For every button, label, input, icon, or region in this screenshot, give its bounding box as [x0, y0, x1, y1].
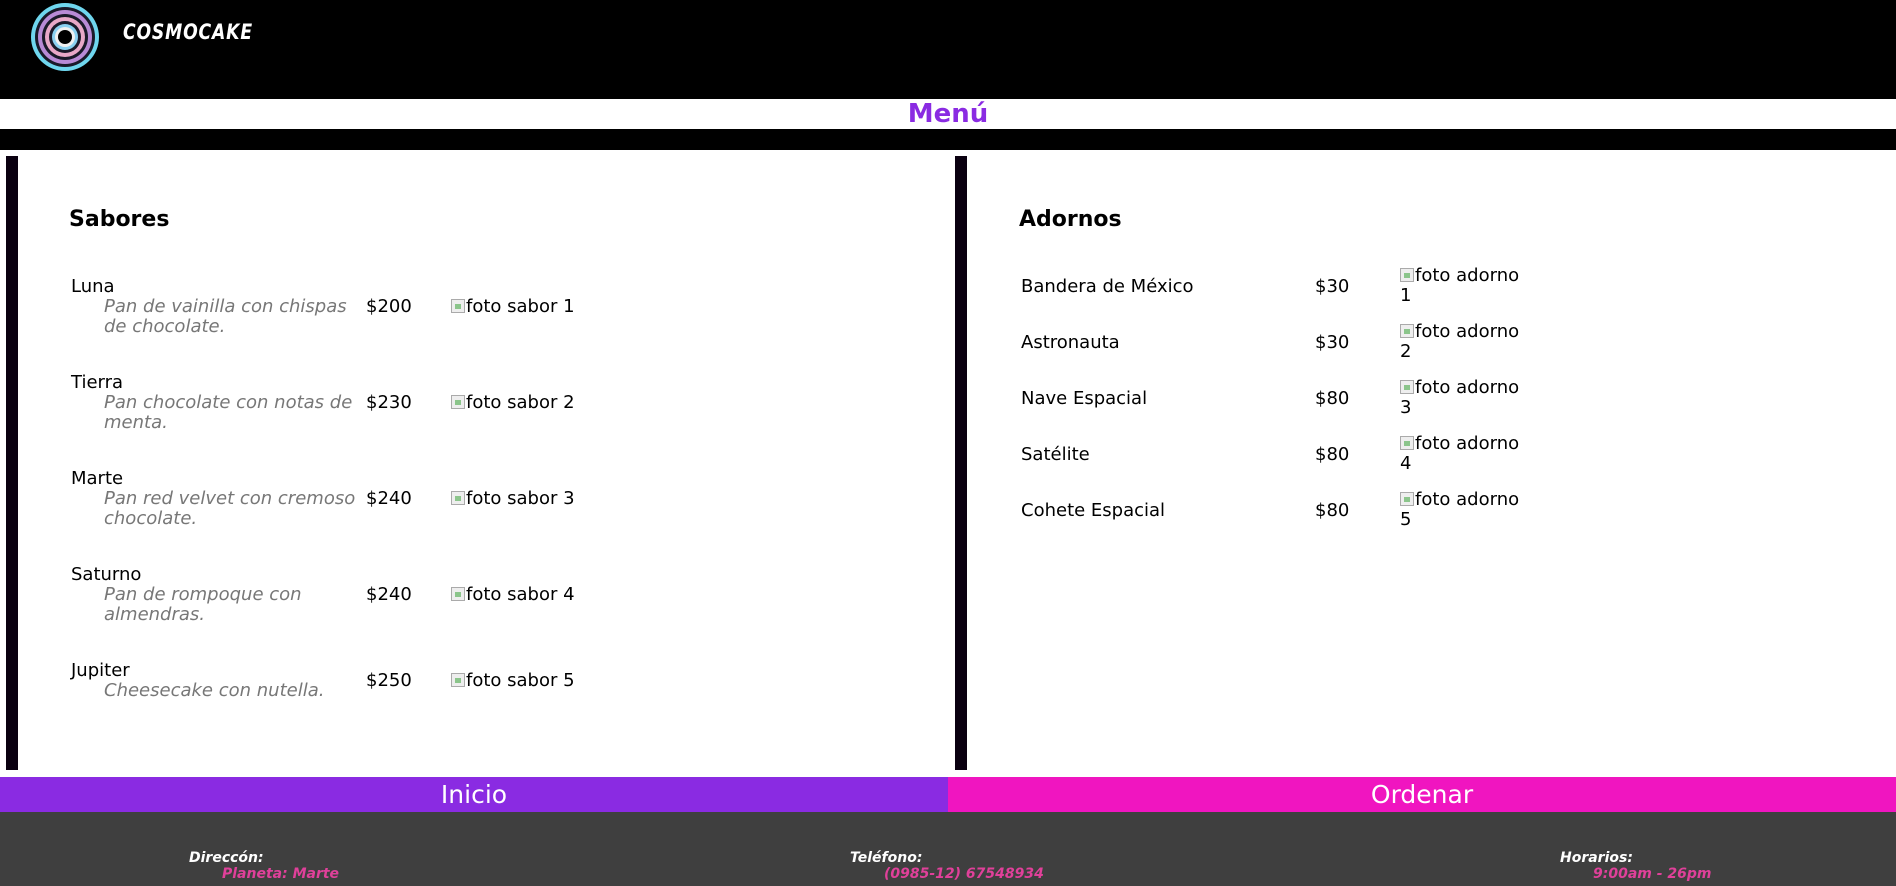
broken-image-icon: [1400, 492, 1414, 506]
broken-image-icon: [451, 491, 465, 505]
photo-alt-number: 2: [1400, 341, 1412, 362]
flavor-photo: foto sabor 3: [451, 489, 575, 509]
flavor-photo: foto sabor 5: [451, 671, 575, 691]
phone-label: Teléfono:: [850, 850, 923, 866]
broken-image-icon: [1400, 268, 1414, 282]
list-item: Saturno Pan de rompoque con almendras.: [71, 564, 359, 625]
inicio-button[interactable]: Inicio: [0, 777, 948, 812]
photo-alt-number: 3: [1400, 397, 1412, 418]
flavor-name: Luna: [71, 276, 115, 297]
decoration-price: $30: [1315, 332, 1350, 353]
decoration-photo: foto adorno 4: [1400, 434, 1519, 474]
sabores-panel: Sabores Luna Pan de vainilla con chispas…: [6, 156, 963, 770]
decoration-price: $80: [1315, 500, 1350, 521]
flavor-description: Pan red velvet con cremoso chocolate.: [104, 488, 356, 529]
decoration-name: Astronauta: [1021, 332, 1120, 353]
hours-label: Horarios:: [1560, 850, 1633, 866]
hours-value: 9:00am - 26pm: [1593, 866, 1712, 882]
broken-image-icon: [451, 587, 465, 601]
photo-alt-text: foto adorno: [1415, 265, 1520, 286]
photo-alt-text: foto sabor 1: [466, 296, 575, 317]
flavor-description: Cheesecake con nutella.: [104, 680, 325, 701]
flavor-price: $200: [366, 296, 412, 317]
flavor-photo: foto sabor 4: [451, 585, 575, 605]
decoration-name: Satélite: [1021, 444, 1090, 465]
flavor-price: $240: [366, 584, 412, 605]
decoration-photo: foto adorno 5: [1400, 490, 1519, 530]
photo-alt-text: foto adorno: [1415, 377, 1520, 398]
flavor-photo: foto sabor 1: [451, 297, 575, 317]
photo-alt-text: foto adorno: [1415, 489, 1520, 510]
page-title: Menú: [907, 99, 989, 129]
decoration-photo: foto adorno 1: [1400, 266, 1519, 306]
flavor-name: Jupiter: [71, 660, 130, 681]
decoration-name: Nave Espacial: [1021, 388, 1148, 409]
broken-image-icon: [451, 299, 465, 313]
site-footer: Direccón: Planeta: Marte Teléfono: (0985…: [0, 812, 1896, 886]
flavor-price: $230: [366, 392, 412, 413]
photo-alt-text: foto sabor 2: [466, 392, 575, 413]
section-title-sabores: Sabores: [69, 207, 170, 232]
list-item: Luna Pan de vainilla con chispas de choc…: [71, 276, 359, 337]
phone-value: (0985-12) 67548934: [884, 866, 1044, 882]
photo-alt-text: foto sabor 3: [466, 488, 575, 509]
flavor-name: Marte: [71, 468, 124, 489]
broken-image-icon: [451, 673, 465, 687]
flavor-description: Pan de rompoque con almendras.: [104, 584, 302, 625]
brand-name: COSMOCAKE: [123, 20, 253, 44]
flavor-name: Saturno: [71, 564, 142, 585]
photo-alt-number: 4: [1400, 453, 1412, 474]
decoration-name: Cohete Espacial: [1021, 500, 1166, 521]
photo-alt-text: foto sabor 5: [466, 670, 575, 691]
list-item: Marte Pan red velvet con cremoso chocola…: [71, 468, 359, 529]
photo-alt-number: 5: [1400, 509, 1412, 530]
decoration-price: $30: [1315, 276, 1350, 297]
broken-image-icon: [1400, 324, 1414, 338]
decoration-price: $80: [1315, 388, 1350, 409]
flavor-description: Pan de vainilla con chispas de chocolate…: [104, 296, 347, 337]
broken-image-icon: [451, 395, 465, 409]
photo-alt-text: foto sabor 4: [466, 584, 575, 605]
address-value: Planeta: Marte: [222, 866, 340, 882]
site-header: COSMOCAKE: [0, 0, 1896, 99]
photo-alt-text: foto adorno: [1415, 321, 1520, 342]
flavor-price: $250: [366, 670, 412, 691]
decoration-name: Bandera de México: [1021, 276, 1194, 297]
flavor-price: $240: [366, 488, 412, 509]
ordenar-button[interactable]: Ordenar: [948, 777, 1896, 812]
broken-image-icon: [1400, 436, 1414, 450]
broken-image-icon: [1400, 380, 1414, 394]
flavor-photo: foto sabor 2: [451, 393, 575, 413]
divider-bar: [0, 129, 1896, 150]
decoration-price: $80: [1315, 444, 1350, 465]
photo-alt-number: 1: [1400, 285, 1412, 306]
section-title-adornos: Adornos: [1019, 207, 1122, 232]
decoration-photo: foto adorno 3: [1400, 378, 1519, 418]
address-label: Direccón:: [189, 850, 264, 866]
concentric-rings-logo-icon[interactable]: [30, 2, 100, 72]
flavor-name: Tierra: [71, 372, 124, 393]
flavor-description: Pan chocolate con notas de menta.: [104, 392, 353, 433]
photo-alt-text: foto adorno: [1415, 433, 1520, 454]
list-item: Jupiter Cheesecake con nutella.: [71, 660, 359, 701]
adornos-panel: Adornos Bandera de México $30 foto adorn…: [955, 156, 1896, 770]
list-item: Tierra Pan chocolate con notas de menta.: [71, 372, 359, 433]
decoration-photo: foto adorno 2: [1400, 322, 1519, 362]
